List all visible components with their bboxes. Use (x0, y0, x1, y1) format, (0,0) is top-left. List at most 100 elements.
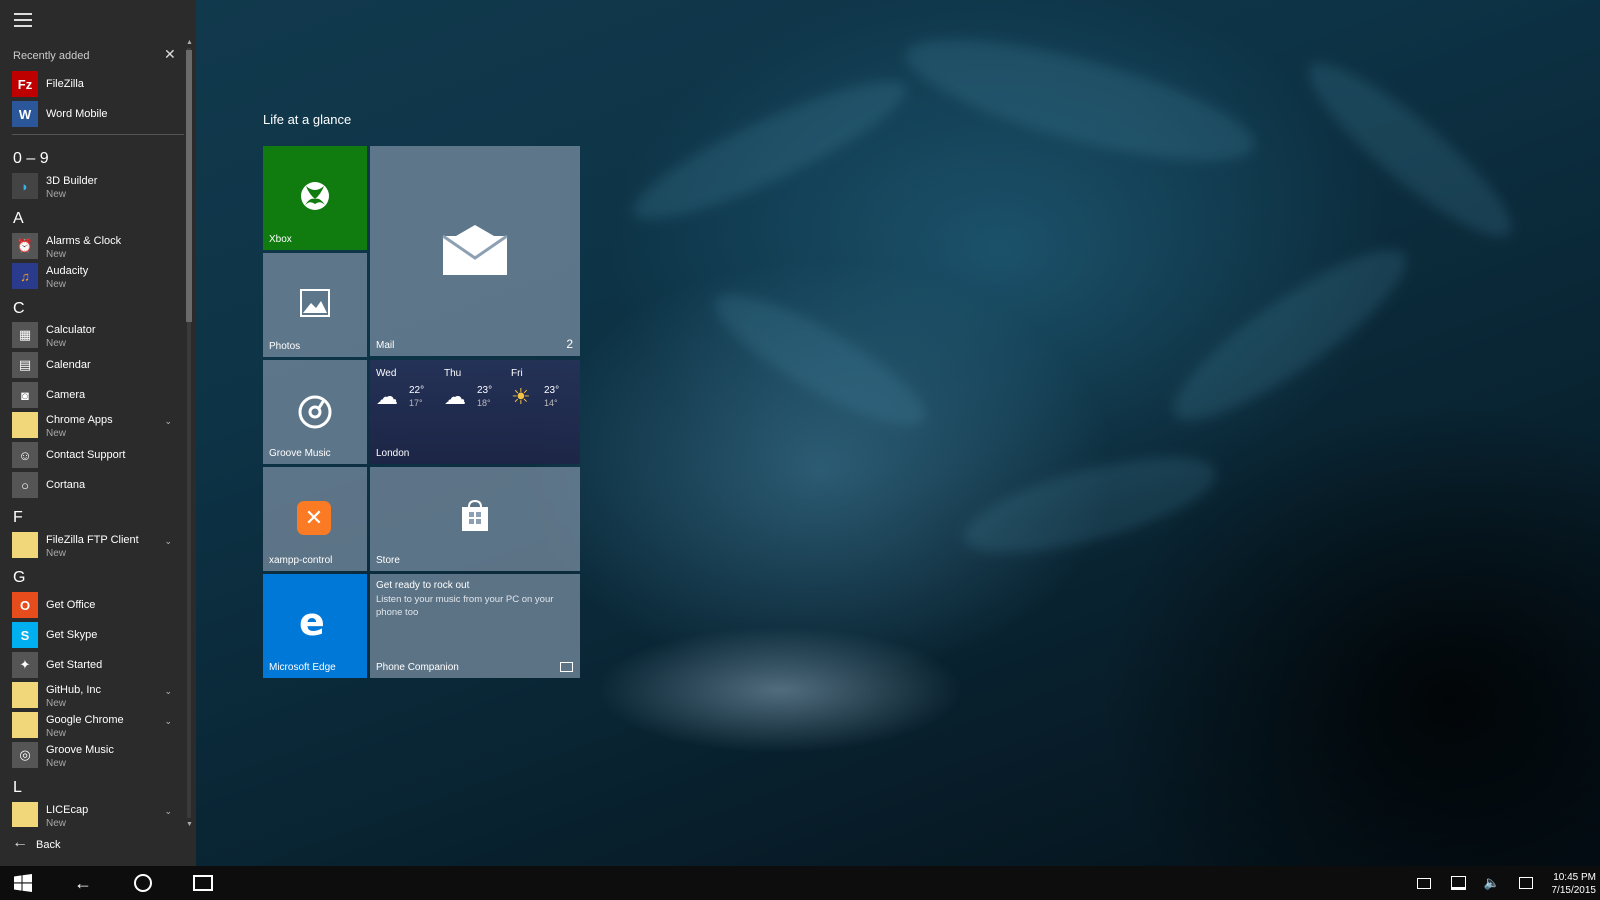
app-get-office[interactable]: O Get Office (12, 591, 182, 620)
weather-day-label: Fri (511, 368, 523, 379)
tile-photos[interactable]: Photos (263, 253, 367, 357)
taskbar-clock[interactable]: 10:45 PM 7/15/2015 (1540, 871, 1597, 897)
tile-microsoft-edge[interactable]: e Microsoft Edge (263, 574, 367, 678)
new-badge: New (46, 428, 67, 439)
start-button[interactable] (0, 866, 46, 900)
calendar-icon: ▤ (12, 352, 38, 378)
store-bag-icon (462, 499, 488, 531)
app-camera[interactable]: ◙ Camera (12, 381, 182, 410)
app-3d-builder[interactable]: ◗ 3D Builder New (12, 172, 182, 201)
app-get-started[interactable]: ✦ Get Started (12, 651, 182, 680)
scroll-up-icon[interactable]: ▲ (186, 39, 193, 46)
tile-xampp-control[interactable]: ✕ xampp-control (263, 467, 367, 571)
app-calendar[interactable]: ▤ Calendar (12, 351, 182, 380)
filezilla-icon: Fz (12, 71, 38, 97)
tile-label: Photos (269, 341, 301, 352)
action-center-icon[interactable] (1512, 866, 1540, 900)
cloud-icon: ☁ (376, 384, 398, 409)
section-header-g[interactable]: G (13, 569, 25, 587)
section-header-a[interactable]: A (13, 210, 24, 228)
taskbar-back-button[interactable]: ← (60, 866, 106, 900)
chevron-down-icon[interactable]: ⌄ (164, 416, 172, 427)
back-arrow-icon: ← (74, 872, 92, 893)
weather-high: 22° (409, 385, 425, 396)
clock-time: 10:45 PM (1553, 872, 1596, 883)
section-header-c[interactable]: C (13, 300, 25, 318)
chevron-down-icon[interactable]: ⌄ (164, 686, 172, 697)
tile-store[interactable]: Store (370, 467, 580, 571)
tile-label: Store (376, 555, 400, 566)
cortana-circle-icon (134, 874, 152, 892)
clock-date: 7/15/2015 (1551, 885, 1597, 896)
app-label: Cortana (46, 479, 86, 491)
3d-builder-icon: ◗ (12, 173, 38, 199)
app-list-scrollbar[interactable]: ▲ ▼ (186, 39, 193, 830)
app-label: FileZilla (46, 78, 84, 90)
tile-label: Phone Companion (376, 662, 459, 673)
app-calculator[interactable]: ▦ Calculator New (12, 321, 182, 350)
phone-body: Listen to your music from your PC on you… (376, 594, 554, 618)
back-arrow-icon: ← (12, 834, 28, 851)
phone-headline: Get ready to rock out (376, 580, 470, 591)
section-header-f[interactable]: F (13, 509, 23, 527)
folder-icon (12, 802, 38, 827)
skype-icon: S (12, 622, 38, 648)
xampp-icon: ✕ (297, 501, 331, 535)
app-label: FileZilla FTP Client (46, 534, 139, 546)
app-audacity[interactable]: ♫ Audacity New (12, 262, 182, 291)
phone-pc-icon (560, 662, 573, 672)
app-alarms-clock[interactable]: ⏰ Alarms & Clock New (12, 232, 182, 261)
cloud-icon: ☁ (444, 384, 466, 409)
taskbar: ← 🔈 10:45 PM 7/15/2015 (0, 866, 1600, 900)
chevron-down-icon[interactable]: ⌄ (164, 806, 172, 817)
app-label: Google Chrome (46, 714, 124, 726)
app-contact-support[interactable]: ☺ Contact Support (12, 441, 182, 470)
task-view-button[interactable] (180, 866, 226, 900)
section-header-l[interactable]: L (13, 779, 22, 797)
app-google-chrome-folder[interactable]: Google Chrome New ⌄ (12, 711, 182, 740)
recent-app-word-mobile[interactable]: W Word Mobile (12, 100, 182, 129)
task-view-icon (193, 875, 213, 891)
app-label: 3D Builder (46, 175, 98, 187)
tile-xbox[interactable]: Xbox (263, 146, 367, 250)
word-icon: W (12, 101, 38, 127)
recent-app-filezilla[interactable]: Fz FileZilla (12, 70, 182, 99)
tile-mail[interactable]: Mail 2 (370, 146, 580, 356)
back-button[interactable]: ← Back (12, 834, 132, 856)
tile-weather[interactable]: Wed ☁ 22° 17° Thu ☁ 23° 18° Fri ☀ 23° 14… (370, 360, 580, 464)
cortana-icon: ○ (12, 472, 38, 498)
chevron-down-icon[interactable]: ⌄ (164, 716, 172, 727)
recently-added-header: Recently added (13, 50, 90, 62)
chevron-down-icon[interactable]: ⌄ (164, 536, 172, 547)
app-github-folder[interactable]: GitHub, Inc New ⌄ (12, 681, 182, 710)
section-header-0-9[interactable]: 0 – 9 (13, 150, 49, 168)
network-icon[interactable] (1444, 866, 1472, 900)
app-label: Calendar (46, 359, 91, 371)
windows-logo-icon (14, 874, 32, 892)
tile-label: xampp-control (269, 555, 333, 566)
app-chrome-apps-folder[interactable]: Chrome Apps New ⌄ (12, 411, 182, 440)
close-icon[interactable]: ✕ (164, 46, 176, 63)
weather-day-thu: Thu ☁ 23° 18° (444, 368, 510, 428)
new-badge: New (46, 279, 67, 290)
cortana-search-button[interactable] (120, 866, 166, 900)
folder-icon (12, 412, 38, 438)
weather-high: 23° (477, 385, 493, 396)
tile-groove-music[interactable]: Groove Music (263, 360, 367, 464)
app-licecap-folder[interactable]: LICEcap New ⌄ (12, 801, 182, 827)
tile-phone-companion[interactable]: Get ready to rock out Listen to your mus… (370, 574, 580, 678)
app-groove-music[interactable]: ◎ Groove Music New (12, 741, 182, 770)
scrollbar-thumb[interactable] (186, 50, 192, 322)
tile-group-title[interactable]: Life at a glance (263, 112, 351, 127)
app-filezilla-ftp-folder[interactable]: FileZilla FTP Client New ⌄ (12, 531, 182, 560)
tray-tablet-mode-icon[interactable] (1410, 866, 1438, 900)
app-label: Get Office (46, 599, 96, 611)
app-cortana[interactable]: ○ Cortana (12, 471, 182, 500)
hamburger-menu-icon[interactable] (14, 13, 32, 27)
app-get-skype[interactable]: S Get Skype (12, 621, 182, 650)
new-badge: New (46, 189, 67, 200)
partly-sunny-icon: ☀ (511, 384, 531, 409)
volume-icon[interactable]: 🔈 (1478, 866, 1506, 900)
scroll-down-icon[interactable]: ▼ (186, 821, 193, 828)
weather-day-label: Thu (444, 368, 462, 379)
